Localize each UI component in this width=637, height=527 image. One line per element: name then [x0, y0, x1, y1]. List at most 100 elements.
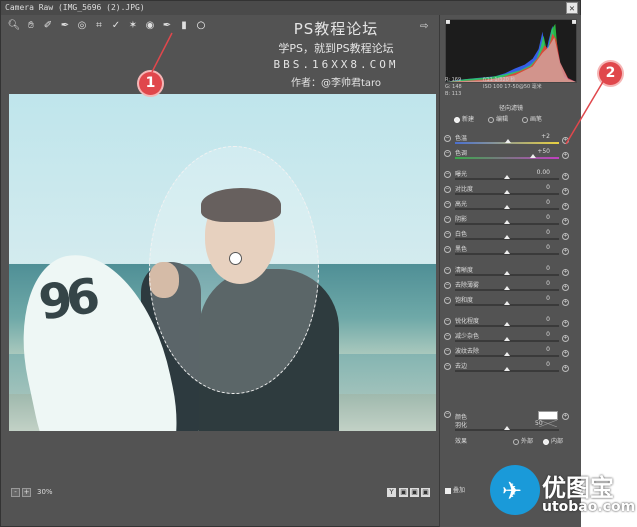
view-toggle-y-icon[interactable]: Y — [387, 488, 396, 497]
zoom-out-button[interactable]: - — [11, 488, 20, 497]
slider-minus-icon[interactable]: − — [444, 333, 451, 340]
slider-minus-icon[interactable]: − — [444, 297, 451, 304]
view-copy-icon[interactable]: ▣ — [421, 488, 430, 497]
red-eye-icon[interactable]: ◉ — [143, 19, 157, 33]
slider-value[interactable]: 0.00 — [520, 169, 550, 176]
slider-thumb[interactable] — [504, 322, 510, 326]
eyedropper-icon[interactable]: ✐ — [41, 19, 55, 33]
slider-thumb[interactable] — [504, 271, 510, 275]
slider-value[interactable]: 0 — [520, 316, 550, 323]
slider-plus-icon[interactable]: + — [562, 248, 569, 255]
radial-filter-ellipse[interactable] — [149, 146, 319, 394]
view-swap-icon[interactable]: ▣ — [410, 488, 419, 497]
slider-value[interactable]: 0 — [520, 331, 550, 338]
slider-value[interactable]: 0 — [520, 244, 550, 251]
slider-label: 阴影 — [455, 216, 468, 223]
slider-thumb[interactable] — [504, 250, 510, 254]
close-icon[interactable]: ✕ — [566, 2, 578, 14]
slider-minus-icon[interactable]: − — [444, 318, 451, 325]
color-swatch[interactable] — [538, 411, 558, 428]
slider-minus-icon[interactable]: − — [444, 171, 451, 178]
effect-outside-radio[interactable]: 外部 — [513, 436, 533, 445]
slider-plus-icon[interactable]: + — [562, 335, 569, 342]
slider-value[interactable]: 0 — [520, 184, 550, 191]
slider-value[interactable]: 0 — [520, 295, 550, 302]
feather-slider-thumb[interactable] — [504, 426, 510, 430]
mode-brush-radio[interactable]: 画笔 — [522, 114, 542, 123]
slider-thumb[interactable] — [504, 286, 510, 290]
slider-plus-icon[interactable]: + — [562, 203, 569, 210]
target-adjust-icon[interactable]: ◎ — [75, 19, 89, 33]
slider-minus-icon[interactable]: − — [444, 186, 451, 193]
mode-edit-radio[interactable]: 编辑 — [488, 114, 508, 123]
view-compare-icon[interactable]: ▣ — [399, 488, 408, 497]
color-plus-icon[interactable]: + — [562, 413, 569, 420]
slider-minus-icon[interactable]: − — [444, 348, 451, 355]
slider-track[interactable] — [455, 157, 559, 159]
slider-plus-icon[interactable]: + — [562, 320, 569, 327]
slider-plus-icon[interactable]: + — [562, 188, 569, 195]
slider-thumb[interactable] — [504, 205, 510, 209]
slider-value[interactable]: 0 — [520, 229, 550, 236]
slider-plus-icon[interactable]: + — [562, 269, 569, 276]
slider-thumb[interactable] — [504, 190, 510, 194]
hand-icon[interactable]: ✋︎ — [24, 19, 38, 33]
spot-removal-icon[interactable]: ✶ — [126, 19, 140, 33]
slider-thumb[interactable] — [504, 352, 510, 356]
zoom-icon[interactable]: 🔍︎ — [7, 19, 21, 33]
slider-value[interactable]: 0 — [520, 280, 550, 287]
slider-minus-icon[interactable]: − — [444, 246, 451, 253]
slider-thumb[interactable] — [530, 154, 536, 158]
zoom-level[interactable]: 30% — [37, 488, 53, 496]
overlay-option[interactable]: 叠加 — [445, 485, 465, 494]
slider-value[interactable]: 0 — [520, 265, 550, 272]
slider-plus-icon[interactable]: + — [562, 365, 569, 372]
slider-thumb[interactable] — [504, 220, 510, 224]
slider-plus-icon[interactable]: + — [562, 284, 569, 291]
slider-plus-icon[interactable]: + — [562, 173, 569, 180]
slider-thumb[interactable] — [504, 235, 510, 239]
zoom-in-button[interactable]: + — [22, 488, 31, 497]
slider-minus-icon[interactable]: − — [444, 201, 451, 208]
slider-plus-icon[interactable]: + — [562, 152, 569, 159]
slider-plus-icon[interactable]: + — [562, 350, 569, 357]
slider-value[interactable]: +2 — [520, 133, 550, 140]
slider-thumb[interactable] — [504, 301, 510, 305]
slider-minus-icon[interactable]: − — [444, 216, 451, 223]
slider-minus-icon[interactable]: − — [444, 150, 451, 157]
radial-filter-icon[interactable]: ○ — [194, 19, 208, 33]
feather-slider[interactable] — [455, 426, 559, 431]
crop-icon[interactable]: ⌗ — [92, 19, 106, 33]
slider-thumb[interactable] — [504, 175, 510, 179]
color-sampler-icon[interactable]: ✒ — [58, 19, 72, 33]
slider-value[interactable]: 0 — [520, 361, 550, 368]
slider-thumb[interactable] — [504, 337, 510, 341]
slider-value[interactable]: 0 — [520, 346, 550, 353]
slider-minus-icon[interactable]: − — [444, 282, 451, 289]
brush-icon[interactable]: ✒ — [160, 19, 174, 33]
slider-thumb[interactable] — [505, 139, 512, 143]
watermark-subtitle: 学PS，就到PS教程论坛 — [278, 42, 394, 55]
slider-plus-icon[interactable]: + — [562, 233, 569, 240]
slider-value[interactable]: 0 — [520, 199, 550, 206]
slider-minus-icon[interactable]: − — [444, 267, 451, 274]
slider-minus-icon[interactable]: − — [444, 363, 451, 370]
mode-new-radio[interactable]: 新建 — [454, 114, 474, 123]
slider-minus-icon[interactable]: − — [444, 231, 451, 238]
effect-inside-radio[interactable]: 内部 — [543, 436, 563, 445]
slider-value[interactable]: 0 — [520, 214, 550, 221]
color-reset-icon[interactable]: − — [444, 411, 451, 418]
exif-iso-lens: ISO 100 17-50@50 毫米 — [483, 84, 542, 90]
overlay-checkbox[interactable] — [445, 487, 451, 494]
slider-plus-icon[interactable]: + — [562, 218, 569, 225]
radial-filter-pin[interactable] — [229, 252, 242, 265]
straighten-icon[interactable]: ✓ — [109, 19, 123, 33]
slider-plus-icon[interactable]: + — [562, 299, 569, 306]
slider-row: − 饱和度 0 + — [440, 295, 582, 309]
slider-minus-icon[interactable]: − — [444, 135, 451, 142]
photo-preview[interactable]: 96 — [9, 94, 436, 431]
slider-thumb[interactable] — [504, 367, 510, 371]
feather-value[interactable]: 50 — [535, 420, 543, 427]
graduated-filter-icon[interactable]: ▮ — [177, 19, 191, 33]
slider-plus-icon[interactable]: + — [562, 137, 569, 144]
